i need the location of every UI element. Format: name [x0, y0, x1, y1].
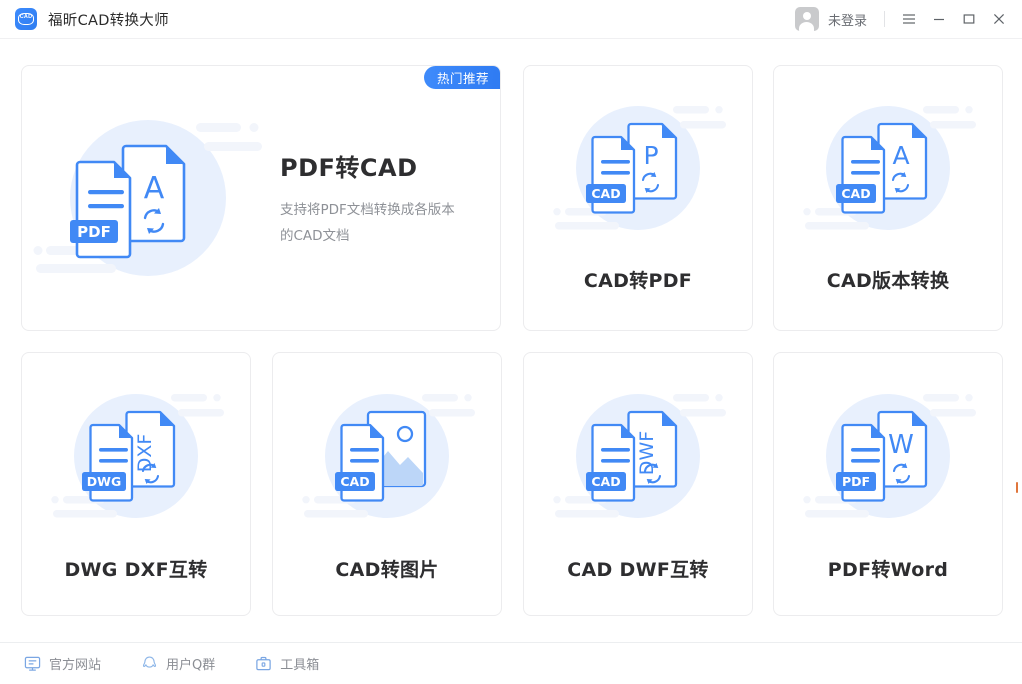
toolbox-icon: [255, 655, 272, 672]
tool-card-cad-version-convert[interactable]: A CAD CAD版本转换: [773, 65, 1003, 331]
front-doc-tag: PDF: [842, 474, 870, 489]
front-doc-tag: PDF: [77, 223, 111, 241]
cad-to-pdf-icon: P CAD: [543, 90, 733, 250]
footer-item-toolbox[interactable]: 工具箱: [255, 654, 319, 673]
account-button[interactable]: 未登录: [795, 7, 867, 31]
account-label: 未登录: [828, 10, 867, 29]
footer-item-label: 官方网站: [49, 654, 101, 673]
svg-text:A: A: [144, 171, 165, 206]
app-logo-text: CAD: [15, 14, 37, 20]
footer-item-official-website[interactable]: 官方网站: [24, 654, 101, 673]
tool-card-title: CAD版本转换: [827, 266, 950, 293]
footer-bar: 官方网站 用户Q群 工具箱: [0, 642, 1022, 684]
tool-grid: 热门推荐 A: [0, 39, 1022, 642]
tool-card-title: CAD转图片: [335, 555, 438, 582]
tool-card-title: CAD DWF互转: [567, 555, 708, 582]
edge-marker: [1016, 482, 1018, 493]
front-doc-tag: DWG: [87, 474, 121, 489]
user-avatar-icon: [795, 7, 819, 31]
tool-card-cad-to-image[interactable]: CAD CAD转图片: [272, 352, 502, 616]
tool-card-title: CAD转PDF: [584, 266, 692, 293]
cad-to-image-icon: CAD: [292, 381, 482, 541]
titlebar-divider: [884, 11, 885, 27]
back-doc-glyph: A: [892, 141, 909, 170]
hero-description: 支持将PDF文档转换成各版本的CAD文档: [280, 197, 466, 249]
hero-title: PDF转CAD: [280, 148, 466, 183]
footer-item-qq-group[interactable]: 用户Q群: [141, 654, 215, 673]
hero-text-block: PDF转CAD 支持将PDF文档转换成各版本的CAD文档: [280, 148, 466, 249]
titlebar-right-group: 未登录: [795, 0, 1022, 38]
pdf-to-word-icon: W PDF: [793, 381, 983, 541]
footer-item-label: 工具箱: [280, 654, 319, 673]
tool-card-title: DWG DXF互转: [64, 555, 207, 582]
footer-item-label: 用户Q群: [166, 654, 215, 673]
tool-card-cad-dwf-convert[interactable]: DWF CAD CAD DWF互转: [523, 352, 753, 616]
hot-recommend-badge: 热门推荐: [424, 66, 500, 89]
front-doc-tag: CAD: [591, 474, 620, 489]
maximize-button[interactable]: [954, 0, 984, 39]
title-bar: CAD 福昕CAD转换大师 未登录: [0, 0, 1022, 39]
tool-card-pdf-to-word[interactable]: W PDF PDF转Word: [773, 352, 1003, 616]
monitor-icon: [24, 655, 41, 672]
cad-dwf-convert-icon: DWF CAD: [543, 381, 733, 541]
front-doc-tag: CAD: [591, 186, 620, 201]
minimize-icon: [931, 11, 947, 27]
minimize-button[interactable]: [924, 0, 954, 39]
dwg-dxf-convert-icon: DXF DWG: [41, 381, 231, 541]
app-logo-icon: CAD: [15, 8, 37, 30]
cad-version-convert-icon: A CAD: [793, 90, 983, 250]
close-button[interactable]: [984, 0, 1014, 39]
maximize-icon: [961, 11, 977, 27]
tool-card-pdf-to-cad[interactable]: 热门推荐 A: [21, 65, 501, 331]
front-doc-tag: CAD: [340, 474, 369, 489]
pdf-to-cad-icon: A PDF: [26, 98, 276, 298]
hamburger-menu-icon: [901, 11, 917, 27]
close-icon: [991, 11, 1007, 27]
back-doc-glyph: P: [643, 141, 658, 170]
front-doc-tag: CAD: [841, 186, 870, 201]
tool-card-cad-to-pdf[interactable]: P CAD CAD转PDF: [523, 65, 753, 331]
back-doc-glyph: W: [888, 430, 914, 460]
tool-card-title: PDF转Word: [828, 555, 948, 582]
qq-penguin-icon: [141, 655, 158, 672]
app-title: 福昕CAD转换大师: [48, 9, 169, 30]
tool-card-dwg-dxf-convert[interactable]: DXF DWG DWG DXF互转: [21, 352, 251, 616]
hamburger-menu-button[interactable]: [894, 0, 924, 39]
